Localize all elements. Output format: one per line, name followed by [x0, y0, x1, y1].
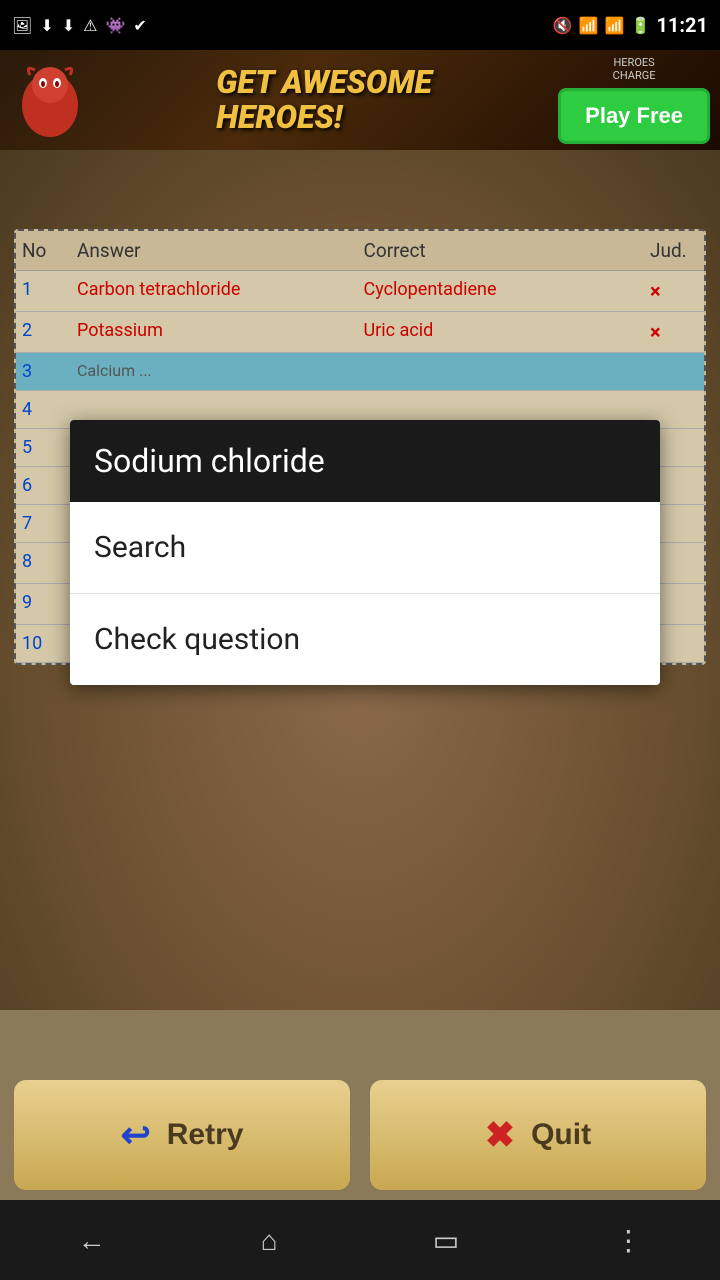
status-bar: 🖼 ⬇ ⬇ ⚠ 👾 ✔ 🔇 📶 📶 🔋 11:21: [0, 0, 720, 50]
retry-button[interactable]: ↩ Retry: [14, 1080, 350, 1190]
context-menu-title: Sodium chloride: [70, 420, 660, 502]
col-answer: Answer: [71, 231, 358, 270]
cell-correct: [358, 353, 645, 390]
cell-correct: Cyclopentadiene: [358, 271, 645, 311]
warning-icon: ⚠: [83, 16, 97, 35]
quit-button[interactable]: ✖ Quit: [370, 1080, 706, 1190]
back-icon[interactable]: ←: [78, 1224, 106, 1257]
cell-no: 1: [16, 271, 71, 311]
quit-icon: ✖: [485, 1114, 515, 1156]
col-correct: Correct: [358, 231, 645, 270]
nav-bar: ← ⌂ ▭ ⋮: [0, 1200, 720, 1280]
signal-icon: 📶: [605, 16, 625, 35]
download-icon-1: ⬇: [40, 16, 53, 35]
cell-no: 8: [16, 543, 71, 583]
ad-character: [10, 55, 90, 145]
photo-icon: 🖼: [12, 16, 32, 35]
ad-banner: GET AWESOMEHEROES! HEROESCHARGE Play Fre…: [0, 50, 720, 150]
retry-icon: ↩: [121, 1114, 151, 1156]
cell-no: 10: [16, 625, 71, 662]
table-row[interactable]: 2 Potassium Uric acid ×: [16, 312, 704, 353]
cell-no: 6: [16, 467, 71, 504]
download-icon-2: ⬇: [62, 16, 75, 35]
clock: 11:21: [656, 13, 708, 37]
cell-correct: Uric acid: [358, 312, 645, 352]
context-menu-search[interactable]: Search: [70, 502, 660, 594]
play-free-button[interactable]: Play Free: [558, 88, 710, 144]
cell-answer: Carbon tetrachloride: [71, 271, 358, 311]
retry-label: Retry: [167, 1118, 244, 1152]
cell-judgment: ×: [644, 271, 704, 311]
col-no: No: [16, 231, 71, 270]
col-judgment: Jud.: [644, 231, 704, 270]
cell-no: 3: [16, 353, 71, 390]
table-row[interactable]: 3 Calcium ...: [16, 353, 704, 391]
status-icons-right: 🔇 📶 📶 🔋 11:21: [553, 13, 708, 37]
cell-no: 2: [16, 312, 71, 352]
check-icon: ✔: [133, 16, 146, 35]
recents-icon[interactable]: ▭: [433, 1224, 459, 1257]
cell-no: 7: [16, 505, 71, 542]
cell-answer: Calcium ...: [71, 353, 358, 390]
menu-icon[interactable]: ⋮: [614, 1224, 642, 1257]
game-icon: 👾: [105, 16, 125, 35]
status-icons-left: 🖼 ⬇ ⬇ ⚠ 👾 ✔: [12, 16, 147, 35]
table-row[interactable]: 1 Carbon tetrachloride Cyclopentadiene ×: [16, 271, 704, 312]
quit-label: Quit: [531, 1118, 591, 1152]
cell-no: 4: [16, 391, 71, 428]
cell-answer: Potassium: [71, 312, 358, 352]
ad-logo: HEROESCHARGE: [613, 56, 656, 82]
cell-judgment: [644, 353, 704, 390]
wifi-icon: 📶: [579, 16, 599, 35]
cell-no: 5: [16, 429, 71, 466]
mute-icon: 🔇: [553, 16, 573, 35]
table-header: No Answer Correct Jud.: [16, 231, 704, 271]
context-menu[interactable]: Sodium chloride Search Check question: [70, 420, 660, 685]
home-icon[interactable]: ⌂: [261, 1224, 278, 1257]
cell-no: 9: [16, 584, 71, 624]
bottom-buttons: ↩ Retry ✖ Quit: [0, 1070, 720, 1200]
ad-text: GET AWESOMEHEROES!: [216, 65, 432, 135]
cell-judgment: ×: [644, 312, 704, 352]
battery-icon: 🔋: [631, 16, 651, 35]
context-menu-check-question[interactable]: Check question: [70, 594, 660, 685]
